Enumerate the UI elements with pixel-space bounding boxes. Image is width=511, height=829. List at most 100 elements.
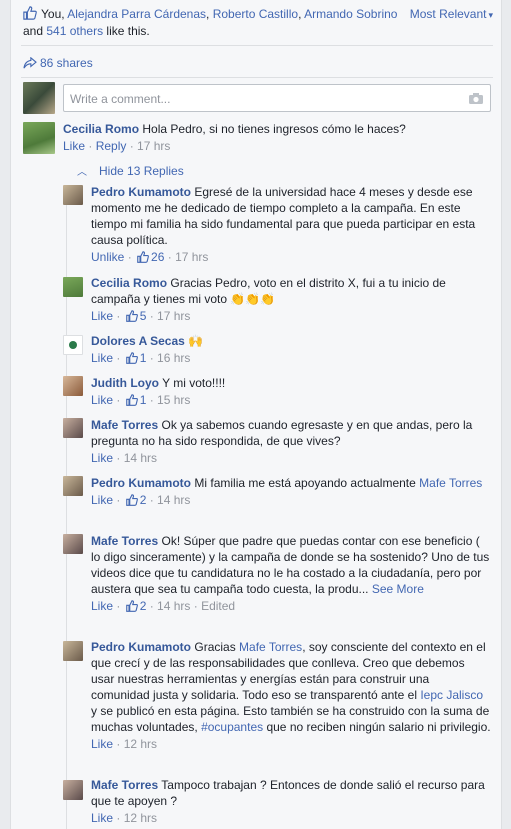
reply: Mafe Torres Tampoco trabajan ? Entonces … bbox=[91, 777, 491, 826]
timestamp[interactable]: 12 hrs bbox=[124, 811, 157, 825]
reply: Dolores A Secas 🙌 Like · 1 · 16 hrs bbox=[91, 333, 491, 366]
timestamp[interactable]: 15 hrs bbox=[157, 393, 190, 407]
comment-input[interactable]: Write a comment... bbox=[63, 84, 491, 112]
reply-meta: Like · 12 hrs bbox=[91, 811, 158, 825]
thumbs-up-icon bbox=[137, 251, 149, 263]
sort-label: Most Relevant bbox=[409, 7, 487, 21]
camera-icon[interactable] bbox=[468, 92, 484, 105]
comment: Cecilia Romo Hola Pedro, si no tienes in… bbox=[63, 121, 493, 154]
hide-replies-label: Hide 13 Replies bbox=[99, 164, 184, 178]
reply-meta: Like · 5 · 17 hrs bbox=[91, 309, 191, 323]
reply: Pedro Kumamoto Egresé de la universidad … bbox=[91, 184, 491, 265]
reply-author[interactable]: Mafe Torres bbox=[91, 418, 158, 432]
reply-author[interactable]: Mafe Torres bbox=[91, 778, 158, 792]
timestamp[interactable]: 14 hrs bbox=[157, 599, 190, 613]
avatar[interactable] bbox=[63, 534, 83, 554]
avatar[interactable] bbox=[63, 641, 83, 661]
like-count[interactable]: 5 bbox=[140, 309, 147, 323]
timestamp[interactable]: 14 hrs bbox=[124, 451, 157, 465]
edited-label[interactable]: Edited bbox=[201, 599, 235, 613]
comment-placeholder: Write a comment... bbox=[70, 92, 171, 106]
thumbs-up-icon bbox=[125, 310, 138, 322]
like-button[interactable]: Unlike bbox=[91, 250, 124, 264]
reply-author[interactable]: Judith Loyo bbox=[91, 376, 159, 390]
liker-link-3[interactable]: Armando Sobrino bbox=[304, 7, 397, 21]
timestamp[interactable]: 17 hrs bbox=[175, 250, 208, 264]
like-button[interactable]: Like bbox=[91, 493, 113, 507]
reply-author[interactable]: Pedro Kumamoto bbox=[91, 640, 191, 654]
others-link[interactable]: 541 others bbox=[46, 24, 103, 38]
like-button[interactable]: Like bbox=[91, 599, 113, 613]
chevron-down-icon: ▾ bbox=[488, 10, 493, 20]
timestamp[interactable]: 12 hrs bbox=[124, 737, 157, 751]
comment-author[interactable]: Cecilia Romo bbox=[63, 122, 139, 136]
timestamp[interactable]: 16 hrs bbox=[157, 351, 190, 365]
like-count[interactable]: 2 bbox=[140, 493, 147, 507]
avatar[interactable] bbox=[63, 780, 83, 800]
mention-link[interactable]: Mafe Torres bbox=[419, 476, 482, 490]
mention-link[interactable]: Mafe Torres bbox=[239, 640, 302, 654]
like-button[interactable]: Like bbox=[91, 309, 113, 323]
likes-and: and bbox=[23, 24, 47, 38]
avatar[interactable] bbox=[63, 335, 83, 355]
see-more-link[interactable]: See More bbox=[372, 582, 424, 596]
like-count[interactable]: 26 bbox=[151, 250, 164, 264]
avatar[interactable] bbox=[23, 122, 55, 154]
avatar[interactable] bbox=[63, 185, 83, 205]
like-button[interactable]: Like bbox=[63, 139, 85, 153]
reply-author[interactable]: Pedro Kumamoto bbox=[91, 185, 191, 199]
divider bbox=[21, 77, 493, 78]
reply-text: Y mi voto!!!! bbox=[162, 376, 226, 390]
thumbs-up-icon bbox=[125, 352, 138, 364]
thumbs-up-icon bbox=[125, 394, 138, 406]
reply: Cecilia Romo Gracias Pedro, voto en el d… bbox=[91, 275, 491, 324]
shares-link[interactable]: 86 shares bbox=[23, 56, 93, 70]
avatar[interactable] bbox=[63, 476, 83, 496]
timestamp[interactable]: 14 hrs bbox=[157, 493, 190, 507]
reply-text: Mi familia me está apoyando actualmente bbox=[194, 476, 416, 490]
thumbs-up-icon bbox=[23, 6, 37, 20]
liker-link-2[interactable]: Roberto Castillo bbox=[213, 7, 298, 21]
reply-text: que no reciben ningún salario ni privile… bbox=[263, 720, 491, 734]
thumbs-up-icon bbox=[125, 600, 138, 612]
hide-replies-button[interactable]: ︿ Hide 13 Replies bbox=[77, 163, 184, 178]
timestamp[interactable]: 17 hrs bbox=[137, 139, 170, 153]
reply-author[interactable]: Dolores A Secas bbox=[91, 334, 185, 348]
reply: Pedro Kumamoto Mi familia me está apoyan… bbox=[91, 475, 491, 508]
hashtag-link[interactable]: #ocupantes bbox=[201, 720, 263, 734]
like-count[interactable]: 1 bbox=[140, 351, 147, 365]
avatar[interactable] bbox=[63, 277, 83, 297]
comment-meta: Like · Reply · 17 hrs bbox=[63, 139, 171, 153]
like-button[interactable]: Like bbox=[91, 811, 113, 825]
like-button[interactable]: Like bbox=[91, 451, 113, 465]
page-link[interactable]: Iepc Jalisco bbox=[420, 688, 483, 702]
like-count[interactable]: 1 bbox=[140, 393, 147, 407]
reply-meta: Like · 2 · 14 hrs bbox=[91, 493, 191, 507]
reply-author[interactable]: Mafe Torres bbox=[91, 534, 158, 548]
like-count[interactable]: 2 bbox=[140, 599, 147, 613]
chevron-up-icon: ︿ bbox=[77, 167, 87, 178]
avatar[interactable] bbox=[63, 376, 83, 396]
reply-meta: Like · 1 · 15 hrs bbox=[91, 393, 191, 407]
thumbs-up-icon bbox=[125, 494, 138, 506]
likes-sep: , bbox=[206, 7, 213, 21]
reply-author[interactable]: Cecilia Romo bbox=[91, 276, 167, 290]
reply-button[interactable]: Reply bbox=[96, 139, 127, 153]
reply-meta: Like · 1 · 16 hrs bbox=[91, 351, 191, 365]
reply-text: Gracias bbox=[194, 640, 240, 654]
reply: Mafe Torres Ok! Súper que padre que pued… bbox=[91, 533, 491, 614]
reply-author[interactable]: Pedro Kumamoto bbox=[91, 476, 191, 490]
reply: Pedro Kumamoto Gracias Mafe Torres, soy … bbox=[91, 639, 491, 752]
avatar[interactable] bbox=[63, 418, 83, 438]
like-button[interactable]: Like bbox=[91, 351, 113, 365]
user-avatar[interactable] bbox=[23, 82, 55, 114]
likes-summary: You, Alejandra Parra Cárdenas, Roberto C… bbox=[23, 6, 403, 40]
liker-link-1[interactable]: Alejandra Parra Cárdenas bbox=[67, 7, 206, 21]
timestamp[interactable]: 17 hrs bbox=[157, 309, 190, 323]
divider bbox=[21, 45, 493, 46]
comment-text: Hola Pedro, si no tienes ingresos cómo l… bbox=[142, 122, 406, 136]
sort-dropdown[interactable]: Most Relevant ▾ bbox=[410, 7, 493, 21]
reply-meta: Like · 14 hrs bbox=[91, 451, 158, 465]
like-button[interactable]: Like bbox=[91, 393, 113, 407]
like-button[interactable]: Like bbox=[91, 737, 113, 751]
